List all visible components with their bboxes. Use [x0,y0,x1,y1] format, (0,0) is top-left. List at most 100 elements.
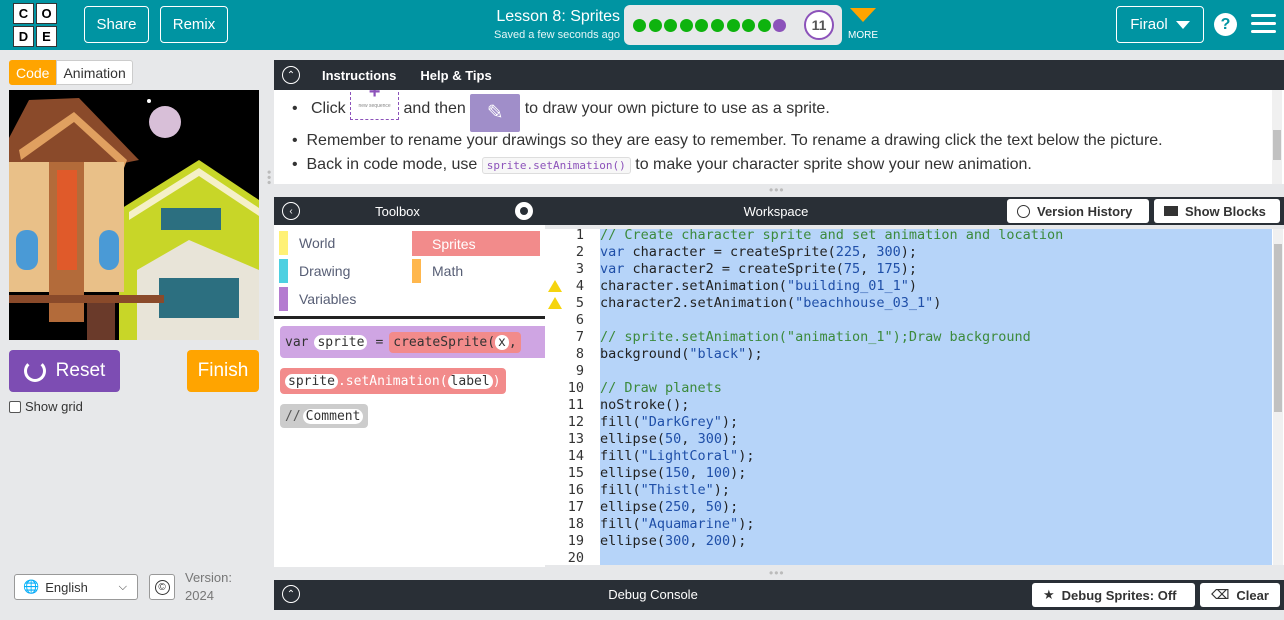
instructions-body: • Click + new sequence and then ✎ to dra… [274,90,1284,184]
code-line[interactable]: background("black"); [600,346,1272,363]
category-world[interactable]: World [279,230,335,255]
clear-button[interactable]: ⌫ Clear [1200,583,1280,607]
language-select[interactable]: 🌐 English ⌵ [14,574,138,600]
code-line[interactable]: ellipse(150, 100); [600,465,1272,482]
var-keyword: var [285,334,309,350]
code-line[interactable] [600,312,1272,329]
tab-help-tips[interactable]: Help & Tips [420,68,491,83]
toolbox-divider [274,316,545,319]
building-window-right [99,230,119,270]
copyright-icon: © [154,579,170,595]
level-dot[interactable] [710,18,724,32]
var-create-sprite-block[interactable]: var sprite = createSprite(x, [280,326,570,358]
top-header: C O D E Share Remix Lesson 8: Sprites Sa… [0,0,1284,50]
category-drawing[interactable]: Drawing [279,258,350,283]
code-editor[interactable]: 1 2 3 4 5 6 7 8 9 10 11 12 13 14 15 16 17 18 19 20 // Creat… [545,229,1284,565]
user-menu-button[interactable]: Firaol [1116,6,1204,43]
reset-button[interactable]: Reset [9,350,120,392]
category-label: Variables [299,290,357,307]
code-line[interactable]: ellipse(250, 50); [600,499,1272,516]
remix-button[interactable]: Remix [160,6,228,43]
code-text-area[interactable]: // Create character sprite and set anima… [600,229,1272,565]
code-line[interactable]: fill("Aquamarine"); [600,516,1272,533]
lesson-title[interactable]: Lesson 8: Sprites [470,8,620,26]
comment-text-slot[interactable]: Comment [302,408,364,424]
close-paren: ) [492,373,501,389]
line-number: 20 [567,550,584,565]
level-dot[interactable] [633,18,646,32]
debug-sprites-button[interactable]: ★ Debug Sprites: Off [1032,583,1195,607]
code-line[interactable]: ellipse(300, 200); [600,533,1272,550]
gear-icon[interactable] [515,202,533,220]
code-line[interactable]: // Create character sprite and set anima… [600,229,1272,244]
pencil-icon: ✎ [470,94,521,132]
game-canvas[interactable] [9,90,259,340]
code-line[interactable]: character2.setAnimation("beachhouse_03_1… [600,295,1272,312]
create-sprite-call: createSprite(x, [389,331,521,353]
category-math[interactable]: Math [412,258,463,283]
code-line[interactable] [600,363,1272,380]
code-line[interactable]: var character2 = createSprite(75, 175); [600,261,1272,278]
copyright-button[interactable]: © [149,574,175,600]
code-line[interactable]: fill("LightCoral"); [600,448,1272,465]
warning-icon[interactable] [548,297,562,309]
category-variables[interactable]: Variables [279,286,356,311]
bullet-dot: • [292,132,298,149]
code-line[interactable]: fill("Thistle"); [600,482,1272,499]
var-name-slot[interactable]: sprite [314,334,368,350]
comment-block[interactable]: // Comment [280,404,369,428]
building-door [57,170,77,270]
level-dot[interactable] [757,18,771,32]
category-label: Sprites [432,235,476,252]
show-blocks-button[interactable]: Show Blocks [1154,199,1280,223]
code-line[interactable]: // sprite.setAnimation("animation_1");Dr… [600,329,1272,346]
level-dot[interactable] [648,18,662,32]
instructions-resize-handle[interactable]: ••• [769,183,785,197]
code-line[interactable]: character.setAnimation("building_01_1") [600,278,1272,295]
caret-down-icon [1175,20,1190,29]
show-grid-toggle[interactable]: Show grid [9,399,83,414]
share-button[interactable]: Share [84,6,149,43]
workspace-resize-handle[interactable]: ••• [769,566,785,580]
code-line[interactable]: // Draw planets [600,380,1272,397]
code-line[interactable]: ellipse(50, 300); [600,431,1272,448]
workspace-header: Workspace Version History Show Blocks [545,197,1284,225]
code-line[interactable]: noStroke(); [600,397,1272,414]
comment-slashes: // [285,408,301,424]
line-number: 19 [567,533,584,549]
collapse-left-icon[interactable]: ‹ [282,202,300,220]
collapse-up-icon[interactable]: ⌃ [282,66,300,84]
level-dot-assessment[interactable] [773,18,787,32]
tab-instructions[interactable]: Instructions [322,68,396,83]
code-line[interactable] [600,550,1272,565]
level-dot[interactable] [679,18,693,32]
level-dot[interactable] [664,18,678,32]
editor-scrollbar[interactable] [1273,229,1283,565]
animation-tab[interactable]: Animation [56,60,133,85]
show-grid-checkbox[interactable] [9,400,21,413]
level-dot[interactable] [695,18,709,32]
code-tab[interactable]: Code [9,60,57,85]
level-dot[interactable] [726,18,740,32]
more-levels-button[interactable]: MORE [846,8,880,41]
hamburger-menu-icon[interactable] [1251,14,1276,34]
current-level-bubble[interactable]: 11 [804,10,834,40]
code-line[interactable]: var character = createSprite(225, 300); [600,244,1272,261]
warning-icon[interactable] [548,280,562,292]
x-arg-slot[interactable]: x [495,334,509,350]
sprite-slot[interactable]: sprite [285,373,338,389]
blocks-icon [1164,206,1178,216]
scroll-thumb[interactable] [1274,244,1282,412]
instructions-scrollbar[interactable] [1272,90,1282,184]
version-history-button[interactable]: Version History [1007,199,1149,223]
chevron-down-icon [850,8,876,22]
help-icon[interactable]: ? [1214,13,1237,36]
code-line[interactable]: fill("DarkGrey"); [600,414,1272,431]
category-sprites[interactable]: Sprites [412,231,540,256]
level-dot[interactable] [742,18,756,32]
label-arg-slot[interactable]: label [447,373,493,389]
scroll-thumb[interactable] [1273,130,1281,160]
set-animation-block[interactable]: sprite .setAnimation(label) [280,368,506,394]
code-org-logo[interactable]: C O D E [13,3,57,47]
finish-button[interactable]: Finish [187,350,259,392]
